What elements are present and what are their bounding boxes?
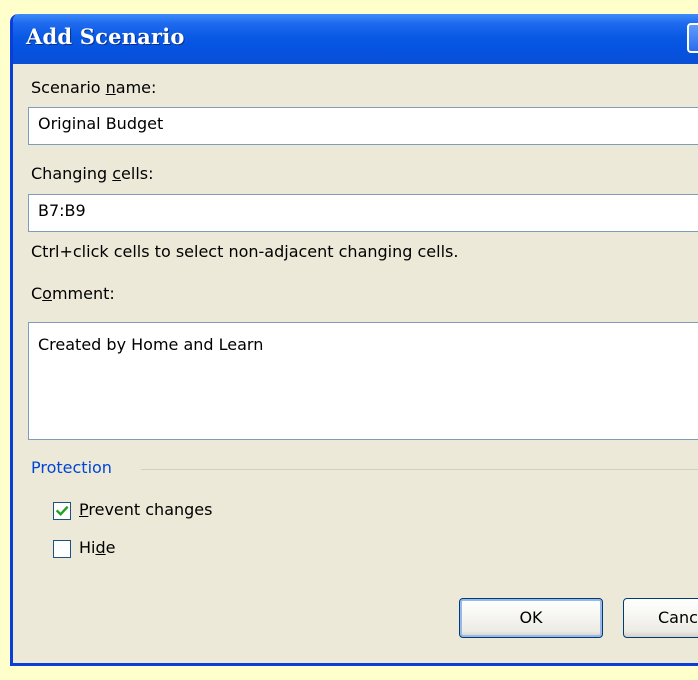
changing-cells-hint: Ctrl+click cells to select non-adjacent … (31, 242, 459, 261)
comment-textarea[interactable]: Created by Home and Learn (28, 322, 698, 440)
changing-cells-label: Changing cells: (31, 164, 154, 183)
scenario-name-label: Scenario name: (31, 78, 157, 97)
prevent-changes-checkbox[interactable] (53, 502, 71, 520)
title-bar[interactable]: Add Scenario (13, 14, 698, 64)
dialog-title: Add Scenario (26, 24, 185, 49)
protection-group-label: Protection (31, 458, 112, 477)
scenario-name-input[interactable]: Original Budget (28, 107, 698, 145)
ok-button[interactable]: OK (459, 598, 603, 638)
cancel-button[interactable]: Cancel (623, 598, 698, 638)
changing-cells-input[interactable]: B7:B9 (28, 194, 698, 232)
protection-group-divider (141, 469, 698, 470)
checkmark-icon (55, 505, 69, 517)
close-button[interactable] (687, 23, 698, 53)
add-scenario-dialog: Add Scenario Scenario name: Original Bud… (10, 14, 698, 666)
hide-checkbox[interactable] (53, 540, 71, 558)
hide-label[interactable]: Hide (79, 538, 115, 557)
prevent-changes-label[interactable]: Prevent changes (79, 500, 212, 519)
comment-label: Comment: (31, 284, 115, 303)
